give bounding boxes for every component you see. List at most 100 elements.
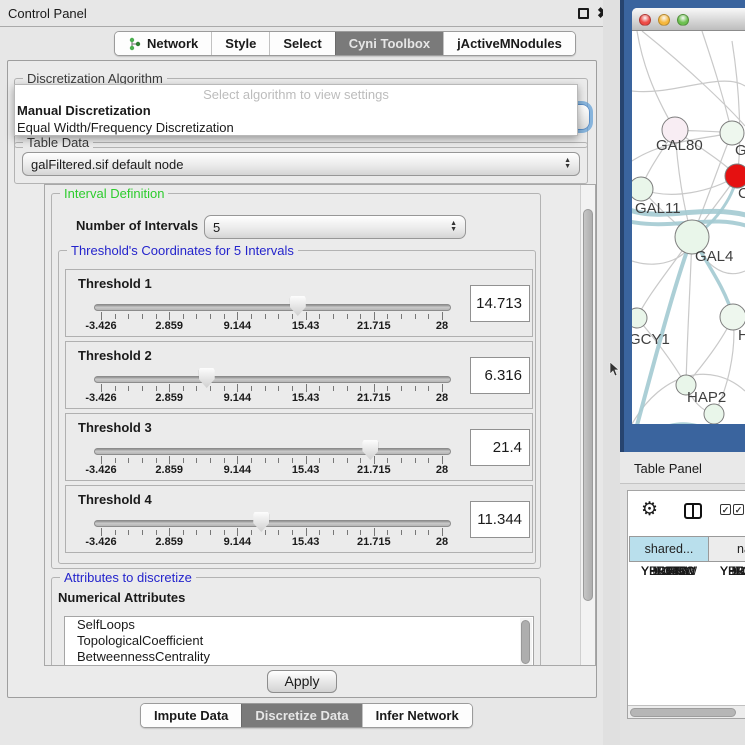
slider-track[interactable] — [94, 448, 451, 455]
network-node-gal11[interactable] — [632, 177, 653, 201]
attribute-list-item[interactable]: BetweennessCentrality — [65, 649, 533, 665]
table-data-group-title: Table Data — [23, 135, 93, 150]
attribute-list-item[interactable]: TopologicalCoefficient — [65, 633, 533, 649]
cell-shared-name: YIL052C — [641, 564, 688, 579]
slider-tick — [265, 530, 266, 535]
tab-infer-network[interactable]: Infer Network — [362, 704, 472, 727]
slider-tick-label: 15.43 — [292, 536, 320, 548]
slider-tick — [128, 530, 129, 535]
control-panel-title: Control Panel — [8, 6, 87, 21]
column-header-shared-name[interactable]: shared... — [629, 536, 709, 562]
node-table-card: ⚙ ✓ ✓ shared... na YDL19...YDL1YDR27...Y… — [627, 490, 745, 719]
float-window-icon[interactable] — [578, 8, 589, 19]
slider-tick — [251, 314, 252, 319]
slider-tick — [278, 530, 279, 535]
threshold-value-field[interactable]: 11.344 — [470, 501, 530, 538]
network-icon — [128, 37, 142, 51]
attributes-list-scrollbar[interactable] — [520, 618, 532, 666]
network-node[interactable] — [704, 404, 724, 424]
network-node-label: GAL4 — [695, 248, 733, 265]
numerical-attributes-list[interactable]: SelfLoopsTopologicalCoefficientBetweenne… — [64, 616, 534, 666]
tab-label: Cyni Toolbox — [349, 36, 430, 51]
slider-tick — [428, 386, 429, 391]
tab-network[interactable]: Network — [115, 32, 211, 55]
threshold-value-field[interactable]: 21.4 — [470, 429, 530, 466]
gear-icon[interactable]: ⚙ — [641, 498, 658, 521]
slider-tick — [401, 458, 402, 463]
tab-discretize-data[interactable]: Discretize Data — [241, 704, 361, 727]
column-visibility-icons[interactable]: ✓ ✓ — [720, 504, 744, 515]
slider-tick — [428, 530, 429, 535]
network-edge — [642, 31, 745, 126]
attributes-group-title: Attributes to discretize — [60, 570, 196, 585]
slider-thumb[interactable] — [253, 512, 269, 532]
tab-style[interactable]: Style — [211, 32, 269, 55]
screen: Control Panel ✖ NetworkStyleSelectCyni T… — [0, 0, 745, 745]
attributes-scrollbar-thumb[interactable] — [521, 620, 530, 664]
slider-tick — [169, 312, 170, 320]
slider-thumb[interactable] — [290, 296, 306, 316]
slider-tick — [101, 528, 102, 536]
slider-tick — [442, 384, 443, 392]
slider-track[interactable] — [94, 304, 451, 311]
settings-scrollbar-thumb[interactable] — [583, 209, 593, 601]
slider-tick — [306, 528, 307, 536]
algorithm-option[interactable]: Manual Discretization — [15, 102, 577, 119]
checkbox-icon: ✓ — [733, 504, 744, 515]
slider-track[interactable] — [94, 520, 451, 527]
network-node-label: GA — [735, 142, 745, 159]
tab-label: jActiveMNodules — [457, 36, 562, 51]
attribute-list-item[interactable]: SelfLoops — [65, 617, 533, 633]
table-data-combobox[interactable]: galFiltered.sif default node ▲▼ — [22, 152, 580, 176]
table-data-combobox-value: galFiltered.sif default node — [31, 157, 183, 172]
zoom-traffic-light[interactable] — [677, 14, 689, 26]
minimize-traffic-light[interactable] — [658, 14, 670, 26]
threshold-panel: Threshold 4-3.4262.8599.14415.4321.71528… — [65, 485, 533, 553]
slider-tick — [333, 386, 334, 391]
slider-thumb[interactable] — [199, 368, 215, 388]
apply-button[interactable]: Apply — [267, 670, 337, 693]
slider-tick — [142, 530, 143, 535]
split-columns-icon[interactable] — [684, 503, 702, 519]
network-canvas[interactable]: GAL80GACGAL11GAL4GCY1HHAP2 — [632, 31, 745, 424]
slider-tick — [237, 384, 238, 392]
tab-select[interactable]: Select — [269, 32, 334, 55]
tab-impute-data[interactable]: Impute Data — [141, 704, 241, 727]
column-header-name[interactable]: na — [708, 536, 745, 562]
slider-tick — [128, 386, 129, 391]
close-traffic-light[interactable] — [639, 14, 651, 26]
slider-tick — [319, 386, 320, 391]
tab-cyni-toolbox[interactable]: Cyni Toolbox — [335, 32, 443, 55]
slider-track[interactable] — [94, 376, 451, 383]
slider-tick — [292, 458, 293, 463]
slider-tick — [210, 314, 211, 319]
interval-definition-title: Interval Definition — [60, 186, 168, 201]
slider-tick — [156, 530, 157, 535]
network-node-gcy1[interactable] — [632, 308, 647, 328]
algorithm-option[interactable]: Equal Width/Frequency Discretization — [15, 119, 577, 136]
threshold-panel: Threshold 1-3.4262.8599.14415.4321.71528… — [65, 269, 533, 337]
table-row[interactable]: YIL052CYIL0 — [628, 564, 745, 579]
table-hscrollbar-thumb[interactable] — [630, 708, 736, 717]
control-panel-titlebar — [0, 0, 603, 27]
table-panel-title: Table Panel — [634, 461, 702, 476]
slider-tick-label: -3.426 — [85, 536, 116, 548]
slider-tick — [319, 314, 320, 319]
thresholds-group-title: Threshold's Coordinates for 5 Intervals — [67, 243, 298, 258]
slider-tick — [101, 384, 102, 392]
threshold-label: Threshold 4 — [78, 492, 152, 507]
tab-jactivemnodules[interactable]: jActiveMNodules — [443, 32, 575, 55]
settings-vertical-scrollbar[interactable] — [580, 185, 595, 665]
interval-definition-group: Interval Definition Number of Intervals … — [51, 193, 541, 569]
top-tabbar: NetworkStyleSelect Cyni Toolbox jActiveMNo… — [114, 31, 576, 56]
network-node-label: HAP2 — [687, 389, 726, 406]
slider-tick — [306, 384, 307, 392]
threshold-value-field[interactable]: 6.316 — [470, 357, 530, 394]
network-window-titlebar[interactable] — [632, 8, 745, 31]
slider-tick-label: 9.144 — [224, 464, 252, 476]
slider-thumb[interactable] — [362, 440, 378, 460]
slider-tick — [237, 528, 238, 536]
number-of-intervals-spinner[interactable]: 5 ▲▼ — [204, 215, 466, 239]
table-horizontal-scrollbar[interactable] — [628, 705, 745, 718]
threshold-value-field[interactable]: 14.713 — [470, 285, 530, 322]
